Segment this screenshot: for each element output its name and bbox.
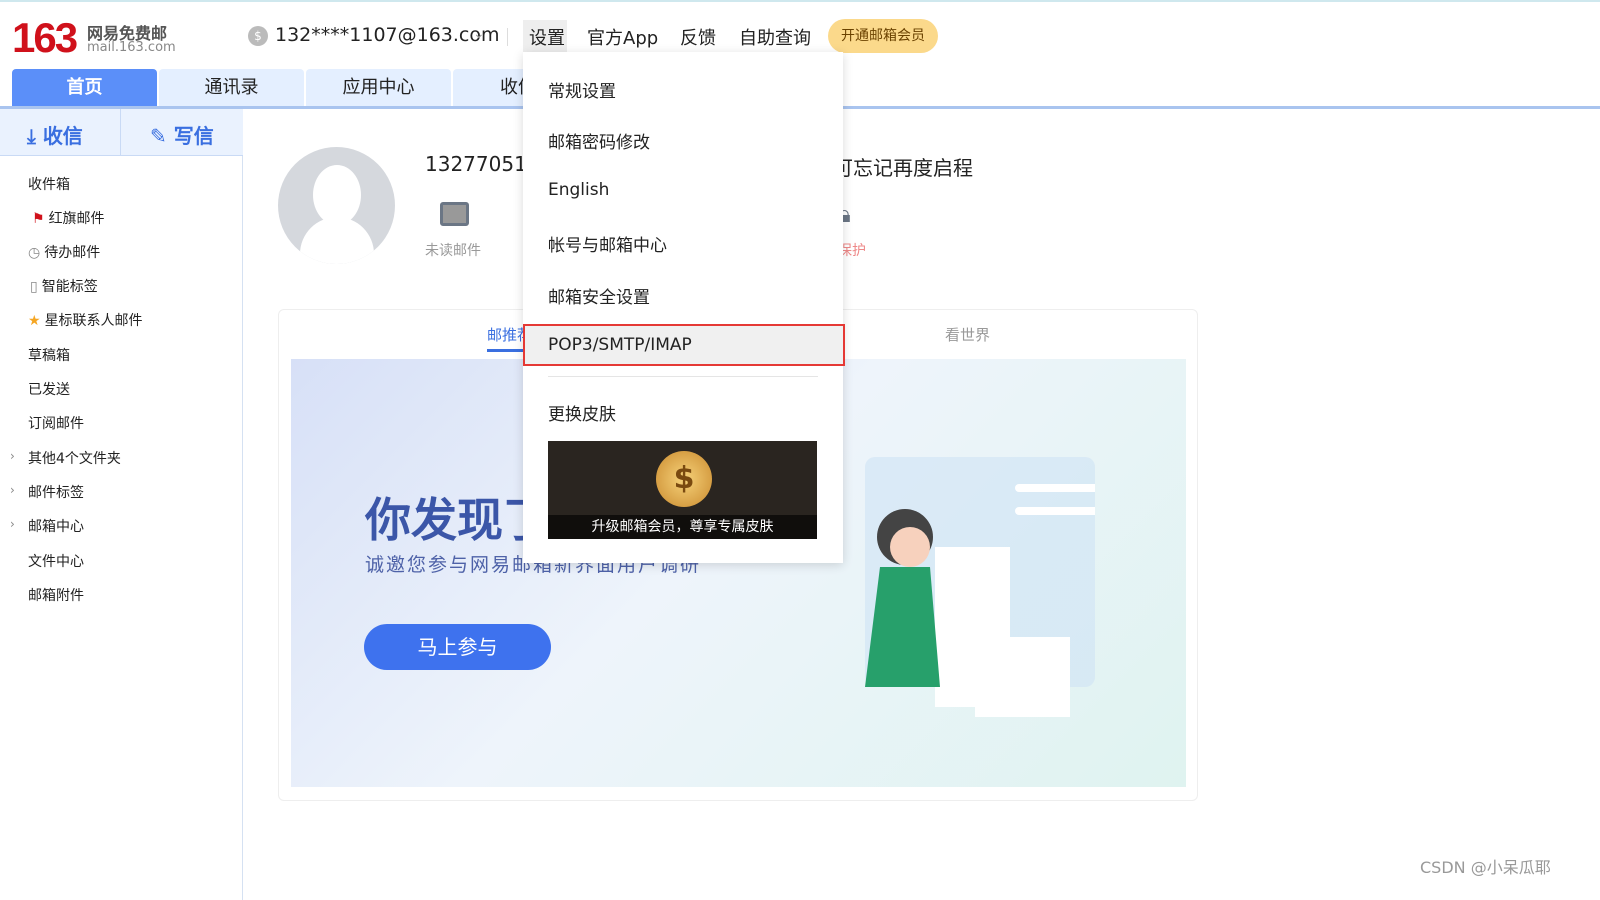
tab-apps[interactable]: 应用中心 — [306, 69, 451, 107]
clock-icon: ◷ — [28, 245, 41, 261]
mail-icon[interactable] — [440, 202, 469, 226]
pen-icon: ✎ — [150, 124, 167, 148]
coin-icon: $ — [656, 451, 712, 507]
folder-label: 红旗邮件 — [48, 211, 105, 227]
folder-tags[interactable]: 邮件标签 — [28, 482, 84, 502]
nav-feedback[interactable]: 反馈 — [680, 24, 716, 50]
divider — [507, 28, 508, 46]
skin-caption: 升级邮箱会员，尊享专属皮肤 — [548, 515, 817, 539]
nav-settings[interactable]: 设置 — [529, 24, 565, 50]
inbox-icon: ⤓ — [27, 124, 36, 148]
slogan: 可忘记再度启程 — [833, 156, 973, 180]
chevron-right-icon[interactable]: › — [10, 449, 15, 463]
folder-starred[interactable]: ★ 星标联系人邮件 — [28, 310, 143, 330]
logo-domain: mail.163.com — [87, 40, 176, 55]
avatar[interactable] — [278, 147, 395, 264]
receive-label: 收信 — [42, 124, 83, 148]
nav-self-service[interactable]: 自助查询 — [739, 24, 811, 50]
account-name[interactable]: 132****1107@163.com — [275, 24, 500, 46]
coin-icon: $ — [248, 26, 268, 46]
menu-change-password[interactable]: 邮箱密码修改 — [548, 128, 650, 153]
bookmark-icon: ▯ — [30, 279, 38, 295]
logo-163[interactable]: 163 — [12, 14, 78, 62]
divider — [120, 109, 121, 156]
tab-home[interactable]: 首页 — [12, 69, 157, 107]
menu-english[interactable]: English — [548, 180, 609, 200]
folder-attachments[interactable]: 邮箱附件 — [28, 585, 84, 605]
unread-label[interactable]: 未读邮件 — [425, 240, 481, 260]
join-button[interactable]: 马上参与 — [364, 624, 551, 670]
folder-flagged[interactable]: ⚑ 红旗邮件 — [32, 208, 105, 228]
menu-security-settings[interactable]: 邮箱安全设置 — [548, 283, 650, 308]
banner-title: 你发现了 — [365, 493, 549, 547]
folder-sent[interactable]: 已发送 — [28, 379, 70, 399]
chevron-down-icon[interactable]: ⌄ — [473, 26, 485, 42]
folder-drafts[interactable]: 草稿箱 — [28, 345, 70, 365]
folder-label: 星标联系人邮件 — [44, 313, 143, 329]
folder-mail-center[interactable]: 邮箱中心 — [28, 516, 84, 536]
folder-others[interactable]: 其他4个文件夹 — [28, 448, 121, 468]
menu-pop3-smtp-imap[interactable]: POP3/SMTP/IMAP — [523, 324, 845, 366]
star-icon: ★ — [28, 313, 41, 329]
tab-world[interactable]: 看世界 — [945, 324, 990, 345]
folder-subscriptions[interactable]: 订阅邮件 — [28, 413, 84, 433]
folder-label: 智能标签 — [41, 279, 98, 295]
banner-illustration — [865, 457, 1095, 717]
chevron-right-icon[interactable]: › — [10, 483, 15, 497]
folder-inbox[interactable]: 收件箱 — [28, 174, 70, 194]
nav-app[interactable]: 官方App — [587, 24, 658, 50]
menu-general-settings[interactable]: 常规设置 — [548, 77, 616, 102]
menu-account-center[interactable]: 帐号与邮箱中心 — [548, 231, 667, 256]
settings-dropdown: 常规设置 邮箱密码修改 English 帐号与邮箱中心 邮箱安全设置 POP3/… — [523, 52, 845, 563]
chevron-right-icon[interactable]: › — [10, 517, 15, 531]
skin-promo[interactable]: $ 升级邮箱会员，尊享专属皮肤 — [548, 441, 817, 539]
menu-change-skin[interactable]: 更换皮肤 — [548, 400, 616, 425]
tab-contacts[interactable]: 通讯录 — [159, 69, 304, 107]
compose-label: 写信 — [173, 124, 214, 148]
folder-todo[interactable]: ◷ 待办邮件 — [28, 242, 100, 262]
receive-button[interactable]: ⤓ 收信 — [27, 120, 83, 149]
folder-smart-tags[interactable]: ▯ 智能标签 — [30, 276, 98, 296]
folder-files[interactable]: 文件中心 — [28, 551, 84, 571]
flag-icon: ⚑ — [32, 211, 45, 227]
watermark: CSDN @小呆瓜耶 — [1420, 858, 1551, 877]
compose-button[interactable]: ✎ 写信 — [150, 120, 214, 149]
vip-button[interactable]: 开通邮箱会员 — [828, 19, 938, 53]
divider — [548, 376, 818, 377]
folder-label: 待办邮件 — [44, 245, 101, 261]
